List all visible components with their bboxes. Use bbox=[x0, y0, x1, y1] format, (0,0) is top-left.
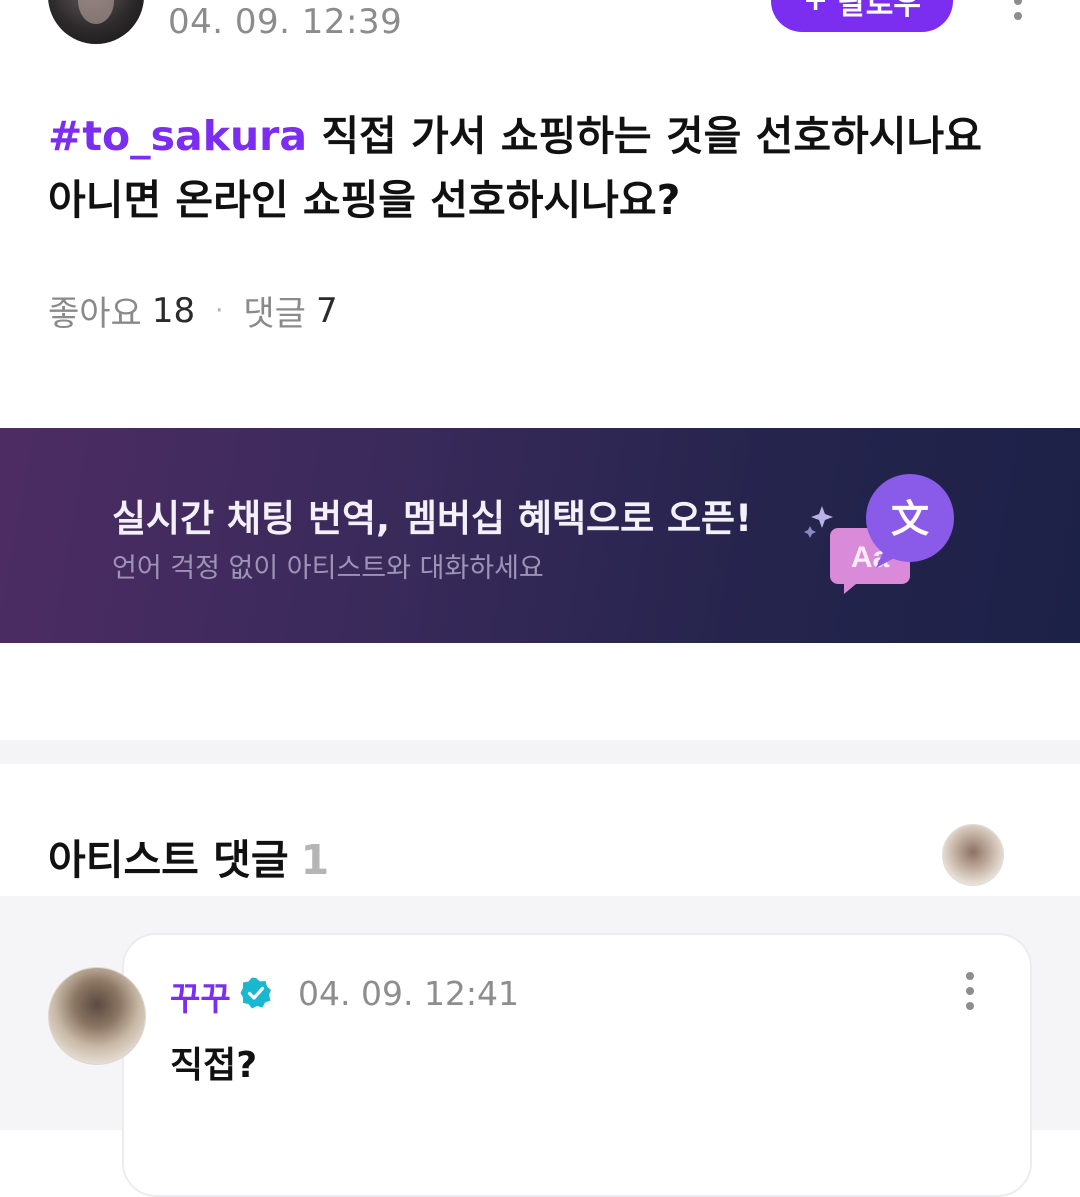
artist-avatar[interactable] bbox=[942, 824, 1004, 886]
artist-comments-title: 아티스트 댓글 bbox=[48, 836, 289, 884]
commenter-avatar[interactable] bbox=[48, 967, 146, 1065]
hashtag-link[interactable]: #to_sakura bbox=[48, 112, 307, 160]
wen-glyph: 文 bbox=[891, 497, 929, 541]
banner-title: 실시간 채팅 번역, 멤버십 혜택으로 오픈! bbox=[112, 497, 752, 540]
banner-subtitle: 언어 걱정 없이 아티스트와 대화하세요 bbox=[112, 553, 544, 584]
post-text-line1: 직접 가서 쇼핑하는 것을 선호하시나요 bbox=[307, 112, 982, 160]
artist-comments-heading: 아티스트 댓글 1 bbox=[48, 826, 329, 886]
comment-card[interactable] bbox=[122, 933, 1032, 1197]
comments-count: 7 bbox=[315, 290, 338, 331]
likes-count: 18 bbox=[151, 290, 196, 331]
plus-icon: + bbox=[803, 0, 829, 18]
comment-text: 직접? bbox=[170, 1045, 258, 1086]
separator-dot: · bbox=[215, 295, 224, 326]
post-stats: 좋아요 18 · 댓글 7 bbox=[48, 286, 338, 335]
post-timestamp: 04. 09. 12:39 bbox=[168, 2, 403, 42]
comments-label[interactable]: 댓글 bbox=[243, 286, 306, 335]
follow-button[interactable]: + 팔로우 bbox=[771, 0, 953, 32]
section-divider bbox=[0, 740, 1080, 764]
comment-author[interactable]: 꾸꾸 bbox=[170, 972, 231, 1020]
follow-button-label: 팔로우 bbox=[838, 0, 921, 22]
post-text-line2: 아니면 온라인 쇼핑을 선호하시나요? bbox=[48, 176, 681, 224]
likes-label[interactable]: 좋아요 bbox=[48, 286, 142, 335]
verified-badge-icon bbox=[240, 977, 271, 1009]
comment-more-options-icon[interactable] bbox=[953, 972, 987, 1012]
translation-icon: Aa 文 bbox=[804, 474, 954, 594]
post-author-avatar[interactable] bbox=[48, 0, 144, 44]
artist-comments-count: 1 bbox=[300, 836, 330, 884]
comment-timestamp: 04. 09. 12:41 bbox=[298, 974, 520, 1013]
post-content: #to_sakura 직접 가서 쇼핑하는 것을 선호하시나요 아니면 온라인 … bbox=[48, 104, 1038, 232]
more-options-icon[interactable] bbox=[1000, 0, 1036, 28]
